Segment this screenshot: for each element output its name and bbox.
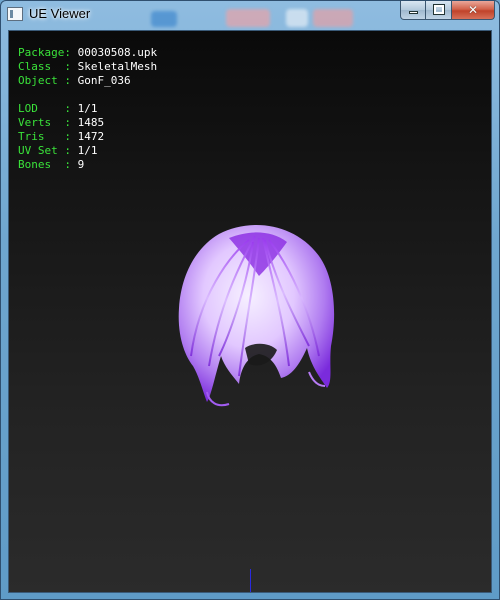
mesh-info-overlay: Package: 00030508.upk Class : SkeletalMe… (18, 46, 157, 172)
hair-inner-shadow (245, 343, 277, 366)
window-controls: ✕ (400, 1, 495, 20)
minimize-icon (409, 11, 418, 14)
maximize-button[interactable] (426, 1, 452, 20)
info-row-package: Package: 00030508.upk (18, 46, 157, 60)
info-row-class: Class : SkeletalMesh (18, 60, 157, 74)
info-label: Class : (18, 60, 71, 73)
info-value: 1/1 (77, 144, 98, 157)
info-row-uvset: UV Set : 1/1 (18, 144, 157, 158)
info-value: SkeletalMesh (77, 60, 158, 73)
info-value: 00030508.upk (77, 46, 158, 59)
close-icon: ✕ (467, 3, 479, 17)
axis-indicator (250, 569, 251, 592)
info-row-object: Object : GonF_036 (18, 74, 157, 88)
info-label: Bones : (18, 158, 71, 171)
info-value: GonF_036 (77, 74, 131, 87)
3d-viewport[interactable]: Package: 00030508.upk Class : SkeletalMe… (8, 30, 492, 593)
info-label: UV Set : (18, 144, 71, 157)
app-window: UE Viewer ✕ Package: 00030508.upk Class … (0, 0, 500, 600)
info-row-verts: Verts : 1485 (18, 116, 157, 130)
info-value: 1/1 (77, 102, 98, 115)
info-value: 1472 (77, 130, 105, 143)
info-row-lod: LOD : 1/1 (18, 102, 157, 116)
hair-mesh-render (178, 224, 335, 407)
info-label: Object : (18, 74, 71, 87)
titlebar[interactable]: UE Viewer ✕ (1, 1, 499, 29)
close-button[interactable]: ✕ (452, 1, 495, 20)
info-label: LOD : (18, 102, 71, 115)
info-value: 9 (77, 158, 85, 171)
info-row-tris: Tris : 1472 (18, 130, 157, 144)
app-icon[interactable] (7, 7, 23, 21)
window-title: UE Viewer (29, 6, 91, 21)
info-label: Package: (18, 46, 71, 59)
info-row-bones: Bones : 9 (18, 158, 157, 172)
info-value: 1485 (77, 116, 105, 129)
maximize-icon (433, 4, 445, 15)
info-label: Tris : (18, 130, 71, 143)
info-label: Verts : (18, 116, 71, 129)
minimize-button[interactable] (400, 1, 426, 20)
